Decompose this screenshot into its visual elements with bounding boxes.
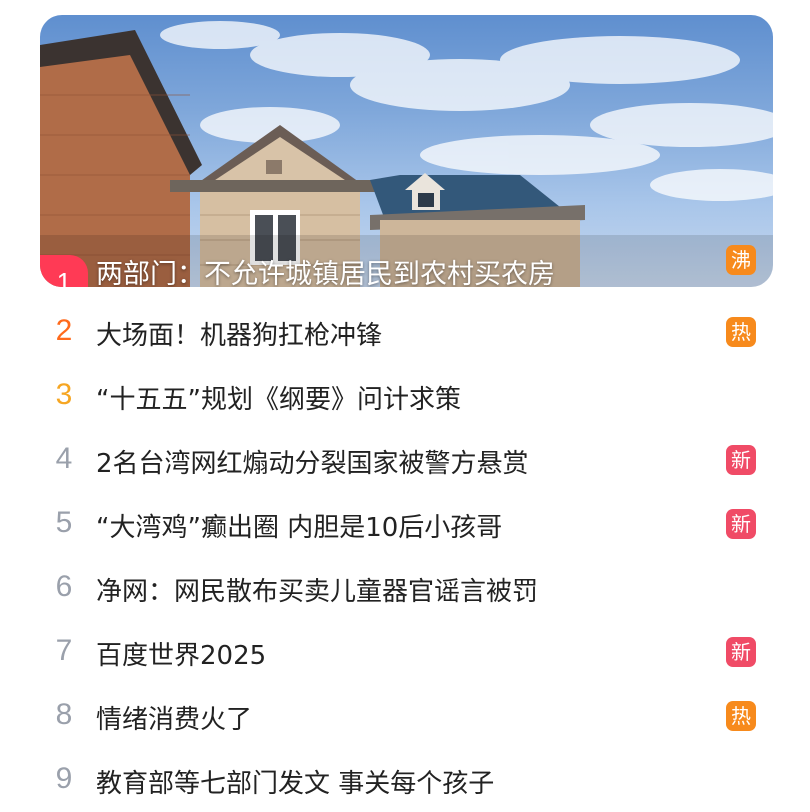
list-item[interactable]: 2 大场面！机器狗扛枪冲锋 热 xyxy=(0,300,810,364)
featured-title[interactable]: 两部门：不允许城镇居民到农村买农房 xyxy=(96,255,555,287)
rank-number: 8 xyxy=(55,698,73,731)
list-item-title[interactable]: 百度世界2025 xyxy=(96,635,266,672)
house-sky-photo xyxy=(40,21,773,287)
rank-number: 7 xyxy=(55,634,73,667)
rank-number: 9 xyxy=(55,762,73,795)
list-item-title[interactable]: “十五五”规划《纲要》问计求策 xyxy=(96,379,461,416)
featured-card[interactable]: 1 两部门：不允许城镇居民到农村买农房 沸 xyxy=(40,15,773,287)
rank-number: 5 xyxy=(55,506,73,539)
list-item-title[interactable]: 大场面！机器狗扛枪冲锋 xyxy=(96,315,382,352)
hot-search-list: 1 两部门：不允许城镇居民到农村买农房 沸 2 大场面！机器狗扛枪冲锋 热 3 … xyxy=(0,0,810,801)
list-item[interactable]: 6 净网：网民散布买卖儿童器官谣言被罚 xyxy=(0,556,810,620)
list-item-title[interactable]: 净网：网民散布买卖儿童器官谣言被罚 xyxy=(96,571,538,608)
list-item[interactable]: 5 “大湾鸡”癫出圈 内胆是10后小孩哥 新 xyxy=(0,492,810,556)
new-badge: 新 xyxy=(726,445,756,475)
rank-number: 6 xyxy=(55,570,73,603)
list-item[interactable]: 8 情绪消费火了 热 xyxy=(0,684,810,748)
rank-number: 2 xyxy=(55,314,73,347)
list-item[interactable]: 3 “十五五”规划《纲要》问计求策 xyxy=(0,364,810,428)
list-item[interactable]: 9 教育部等七部门发文 事关每个孩子 xyxy=(0,748,810,812)
rank-number: 4 xyxy=(55,442,73,475)
list-item[interactable]: 7 百度世界2025 新 xyxy=(0,620,810,684)
hot-badge: 热 xyxy=(726,317,756,347)
new-badge: 新 xyxy=(726,509,756,539)
list-item-title[interactable]: 教育部等七部门发文 事关每个孩子 xyxy=(96,763,494,800)
hot-badge: 热 xyxy=(726,701,756,731)
list-item-title[interactable]: 2名台湾网红煽动分裂国家被警方悬赏 xyxy=(96,443,529,480)
rank-number: 3 xyxy=(55,378,73,411)
new-badge: 新 xyxy=(726,637,756,667)
list-item-title[interactable]: 情绪消费火了 xyxy=(96,699,252,736)
featured-rank: 1 xyxy=(40,255,88,287)
list-item[interactable]: 4 2名台湾网红煽动分裂国家被警方悬赏 新 xyxy=(0,428,810,492)
list-item-title[interactable]: “大湾鸡”癫出圈 内胆是10后小孩哥 xyxy=(96,507,502,544)
boil-badge: 沸 xyxy=(726,245,756,275)
